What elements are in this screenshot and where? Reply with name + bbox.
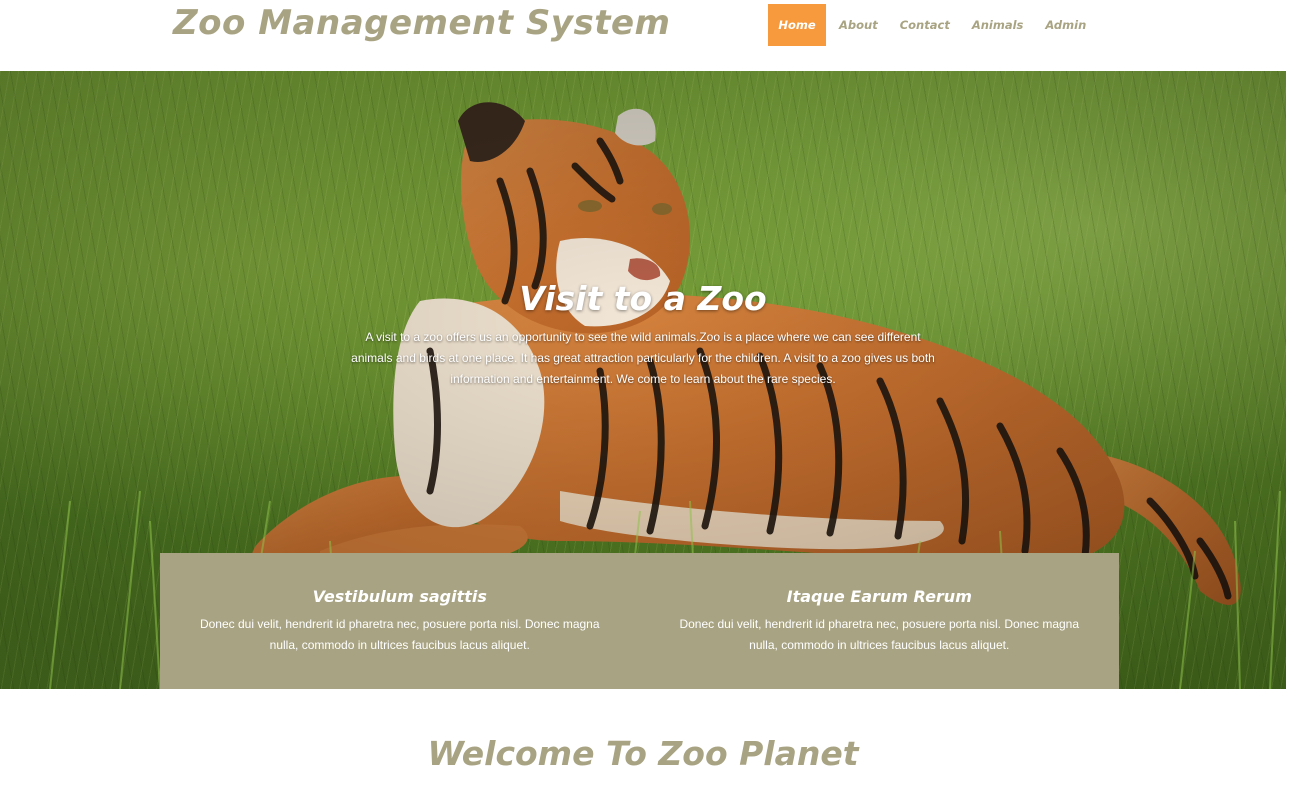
feature-card: Vestibulum sagittis Donec dui velit, hen… bbox=[160, 553, 640, 689]
nav-home[interactable]: Home bbox=[768, 4, 826, 46]
welcome-heading: Welcome To Zoo Planet bbox=[427, 734, 859, 773]
feature-title: Vestibulum sagittis bbox=[312, 587, 487, 606]
feature-band: Vestibulum sagittis Donec dui velit, hen… bbox=[160, 553, 1119, 689]
nav-about[interactable]: About bbox=[828, 4, 889, 46]
main-nav: Home About Contact Animals Admin bbox=[768, 4, 1097, 46]
site-title[interactable]: Zoo Management System bbox=[173, 3, 670, 43]
feature-text: Donec dui velit, hendrerit id pharetra n… bbox=[679, 617, 1080, 652]
nav-contact[interactable]: Contact bbox=[889, 4, 961, 46]
feature-title: Itaque Earum Rerum bbox=[786, 587, 972, 606]
nav-animals[interactable]: Animals bbox=[961, 4, 1035, 46]
nav-admin[interactable]: Admin bbox=[1034, 4, 1097, 46]
hero-description: A visit to a zoo offers us an opportunit… bbox=[351, 330, 935, 386]
site-header: Zoo Management System Home About Contact… bbox=[0, 0, 1302, 70]
feature-text: Donec dui velit, hendrerit id pharetra n… bbox=[199, 617, 600, 652]
hero-title: Visit to a Zoo bbox=[519, 279, 767, 318]
feature-card: Itaque Earum Rerum Donec dui velit, hend… bbox=[640, 553, 1120, 689]
